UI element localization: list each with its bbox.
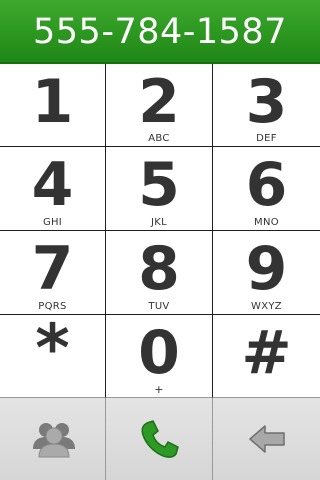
key-digit: 9	[245, 234, 288, 304]
key-6[interactable]: 6 MNO	[213, 147, 320, 231]
key-letters: DEF	[256, 133, 277, 144]
key-0[interactable]: 0 +	[106, 315, 213, 398]
key-digit: *	[35, 310, 70, 387]
key-letters: MNO	[254, 217, 279, 228]
key-4[interactable]: 4 GHI	[0, 147, 106, 231]
key-7[interactable]: 7 PQRS	[0, 231, 106, 315]
phone-icon	[141, 420, 179, 458]
key-digit: #	[241, 318, 292, 388]
backspace-button[interactable]	[213, 398, 320, 480]
contacts-button[interactable]	[0, 398, 106, 480]
number-display: 555-784-1587	[0, 0, 320, 64]
key-digit: 5	[138, 150, 180, 220]
contacts-icon	[32, 423, 75, 458]
key-star[interactable]: *	[0, 315, 106, 398]
key-letters: WXYZ	[251, 301, 282, 312]
action-bar	[0, 398, 320, 480]
key-letters: GHI	[42, 217, 63, 228]
dialed-number: 555-784-1587	[33, 11, 287, 52]
key-letters: ABC	[148, 133, 170, 144]
key-digit: 4	[31, 150, 74, 220]
dial-keypad: 1 2 ABC 3 DEF 4 GHI 5 JKL 6 MNO 7 PQRS 8	[0, 64, 320, 398]
key-digit: 2	[138, 67, 180, 137]
phone-dialer: 555-784-1587 1 2 ABC 3 DEF 4 GHI 5 JKL 6…	[0, 0, 320, 480]
key-letters: +	[154, 383, 164, 396]
backspace-arrow-icon	[248, 425, 285, 453]
key-8[interactable]: 8 TUV	[106, 231, 213, 315]
key-digit: 1	[31, 67, 74, 137]
key-digit: 3	[245, 67, 288, 137]
key-1[interactable]: 1	[0, 64, 106, 147]
key-5[interactable]: 5 JKL	[106, 147, 213, 231]
key-3[interactable]: 3 DEF	[213, 64, 320, 147]
key-hash[interactable]: #	[213, 315, 320, 398]
key-9[interactable]: 9 WXYZ	[213, 231, 320, 315]
key-letters: JKL	[151, 217, 167, 228]
key-digit: 8	[138, 234, 180, 304]
key-digit: 7	[31, 234, 74, 304]
key-digit: 6	[245, 150, 288, 220]
key-letters: TUV	[148, 301, 170, 312]
key-digit: 0	[138, 318, 180, 388]
call-button[interactable]	[106, 398, 213, 480]
key-2[interactable]: 2 ABC	[106, 64, 213, 147]
